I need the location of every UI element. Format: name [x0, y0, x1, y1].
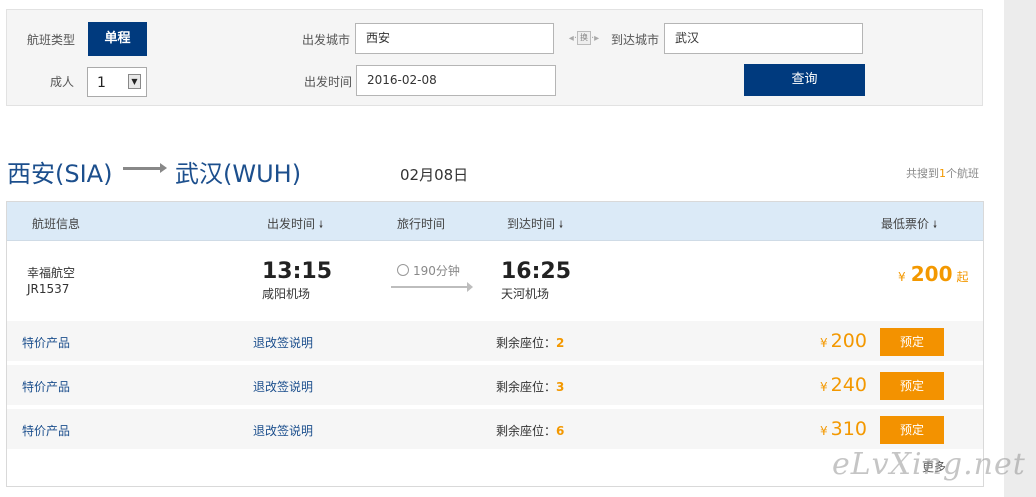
- to-city-label: 到达城市: [611, 33, 660, 47]
- route-destination: 武汉(WUH): [175, 160, 302, 188]
- product-price: ¥240: [820, 374, 867, 396]
- seats-count: 3: [556, 380, 565, 394]
- flight-duration: 190分钟: [397, 262, 460, 279]
- header-price-label: 最低票价: [881, 217, 930, 231]
- from-city-input[interactable]: 西安: [355, 23, 554, 54]
- header-min-price[interactable]: 最低票价 🠗: [881, 215, 937, 235]
- depart-time: 13:15: [262, 259, 333, 284]
- header-depart-time[interactable]: 出发时间 🠗: [267, 215, 323, 235]
- swap-icon: 换: [577, 31, 591, 45]
- currency-symbol: ¥: [820, 380, 828, 394]
- found-prefix: 共搜到: [906, 167, 939, 180]
- book-button[interactable]: 预定: [880, 328, 944, 356]
- depart-airport: 咸阳机场: [262, 287, 311, 301]
- book-button[interactable]: 预定: [880, 416, 944, 444]
- seats-count: 6: [556, 424, 565, 438]
- price-amount: 310: [830, 418, 867, 440]
- swap-cities-button[interactable]: ◂· 换 ·▸: [566, 31, 602, 47]
- duration-arrow-icon: [391, 282, 473, 292]
- product-name: 特价产品: [22, 336, 71, 350]
- route-arrow-icon: [123, 163, 167, 173]
- depart-date-input[interactable]: 2016-02-08: [356, 65, 556, 96]
- flight-number: JR1537: [27, 282, 70, 296]
- seats-label: 剩余座位：: [496, 424, 557, 438]
- currency-symbol: ¥: [820, 424, 828, 438]
- sort-down-icon: 🠗: [932, 220, 938, 231]
- arrow-right-icon: ·▸: [591, 33, 600, 44]
- route-date: 02月08日: [400, 166, 469, 184]
- sort-down-icon: 🠗: [558, 220, 564, 231]
- rules-link[interactable]: 退改签说明: [253, 334, 313, 351]
- product-name: 特价产品: [22, 380, 71, 394]
- airline-name: 幸福航空: [27, 266, 76, 280]
- query-button[interactable]: 查询: [744, 64, 865, 96]
- watermark-logo: eLvXing.net: [832, 447, 1026, 482]
- route-origin: 西安(SIA): [7, 160, 113, 188]
- found-number: 1: [939, 167, 946, 180]
- remaining-seats: 剩余座位：6: [496, 422, 564, 439]
- from-city-label: 出发城市: [302, 33, 351, 47]
- adults-select[interactable]: 1 ▼: [87, 67, 147, 97]
- arrive-time: 16:25: [501, 259, 572, 284]
- book-button[interactable]: 预定: [880, 372, 944, 400]
- page-scrollbar[interactable]: [1004, 0, 1036, 497]
- found-count: 共搜到1个航班: [906, 165, 979, 181]
- header-travel-time: 旅行时间: [397, 217, 446, 231]
- seats-label: 剩余座位：: [496, 380, 557, 394]
- found-suffix: 个航班: [946, 167, 979, 180]
- currency-symbol: ¥: [820, 336, 828, 350]
- to-city-input[interactable]: 武汉: [664, 23, 863, 54]
- rules-link[interactable]: 退改签说明: [253, 422, 313, 439]
- table-header: [7, 202, 983, 241]
- arrive-airport: 天河机场: [501, 287, 550, 301]
- clock-icon: [397, 264, 409, 276]
- duration-text: 190分钟: [413, 264, 460, 278]
- flight-type-label: 航班类型: [27, 33, 76, 47]
- price-amount: 240: [830, 374, 867, 396]
- min-price-amount: 200: [910, 262, 953, 286]
- arrow-left-icon: ◂·: [568, 33, 577, 44]
- seats-label: 剩余座位：: [496, 336, 557, 350]
- one-way-button[interactable]: 单程: [88, 22, 147, 56]
- min-price: ¥ 200 起: [898, 262, 969, 286]
- adults-value: 1: [97, 75, 106, 91]
- header-arrive-label: 到达时间: [507, 217, 556, 231]
- remaining-seats: 剩余座位：3: [496, 378, 564, 395]
- chevron-down-icon[interactable]: ▼: [128, 74, 141, 89]
- price-amount: 200: [830, 330, 867, 352]
- product-price: ¥200: [820, 330, 867, 352]
- currency-symbol: ¥: [898, 270, 906, 284]
- header-arrive-time[interactable]: 到达时间 🠗: [507, 215, 563, 235]
- rules-link[interactable]: 退改签说明: [253, 378, 313, 395]
- sort-down-icon: 🠗: [318, 220, 324, 231]
- depart-date-label: 出发时间: [304, 75, 353, 89]
- seats-count: 2: [556, 336, 565, 350]
- product-price: ¥310: [820, 418, 867, 440]
- remaining-seats: 剩余座位：2: [496, 334, 564, 351]
- min-price-suffix: 起: [956, 270, 969, 284]
- adults-label: 成人: [50, 75, 75, 89]
- product-name: 特价产品: [22, 424, 71, 438]
- header-depart-label: 出发时间: [267, 217, 316, 231]
- header-flight-info: 航班信息: [32, 217, 81, 231]
